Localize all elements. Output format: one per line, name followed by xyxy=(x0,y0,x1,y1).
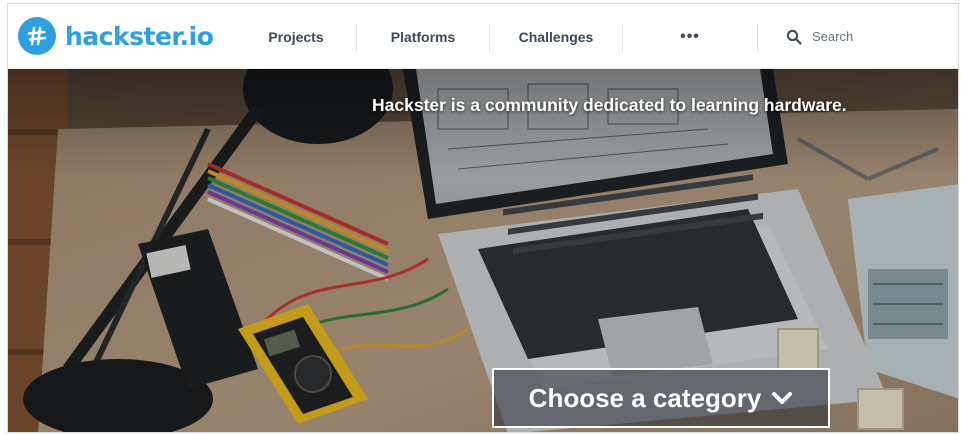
choose-category-label: Choose a category xyxy=(528,382,762,413)
nav-divider xyxy=(757,24,758,52)
nav-projects[interactable]: Projects xyxy=(236,4,356,69)
search-icon[interactable] xyxy=(786,29,802,45)
more-dots-icon[interactable]: ••• xyxy=(623,4,757,69)
brand-name: hackster.io xyxy=(65,21,214,51)
choose-category-button[interactable]: Choose a category xyxy=(492,368,830,428)
chevron-down-icon xyxy=(772,392,793,404)
brand-logo[interactable]: hackster.io xyxy=(18,17,214,55)
nav-challenges[interactable]: Challenges xyxy=(490,4,622,69)
hero-tagline: Hackster is a community dedicated to lea… xyxy=(372,95,847,115)
search-input[interactable] xyxy=(812,29,958,44)
search-box[interactable] xyxy=(786,4,958,69)
hackster-logo-icon xyxy=(18,17,56,55)
hero-banner: Hackster is a community dedicated to lea… xyxy=(8,69,958,432)
nav-platforms[interactable]: Platforms xyxy=(357,4,489,69)
top-navbar: hackster.io Projects Platforms Challenge… xyxy=(8,4,958,69)
browser-frame: hackster.io Projects Platforms Challenge… xyxy=(7,3,959,433)
